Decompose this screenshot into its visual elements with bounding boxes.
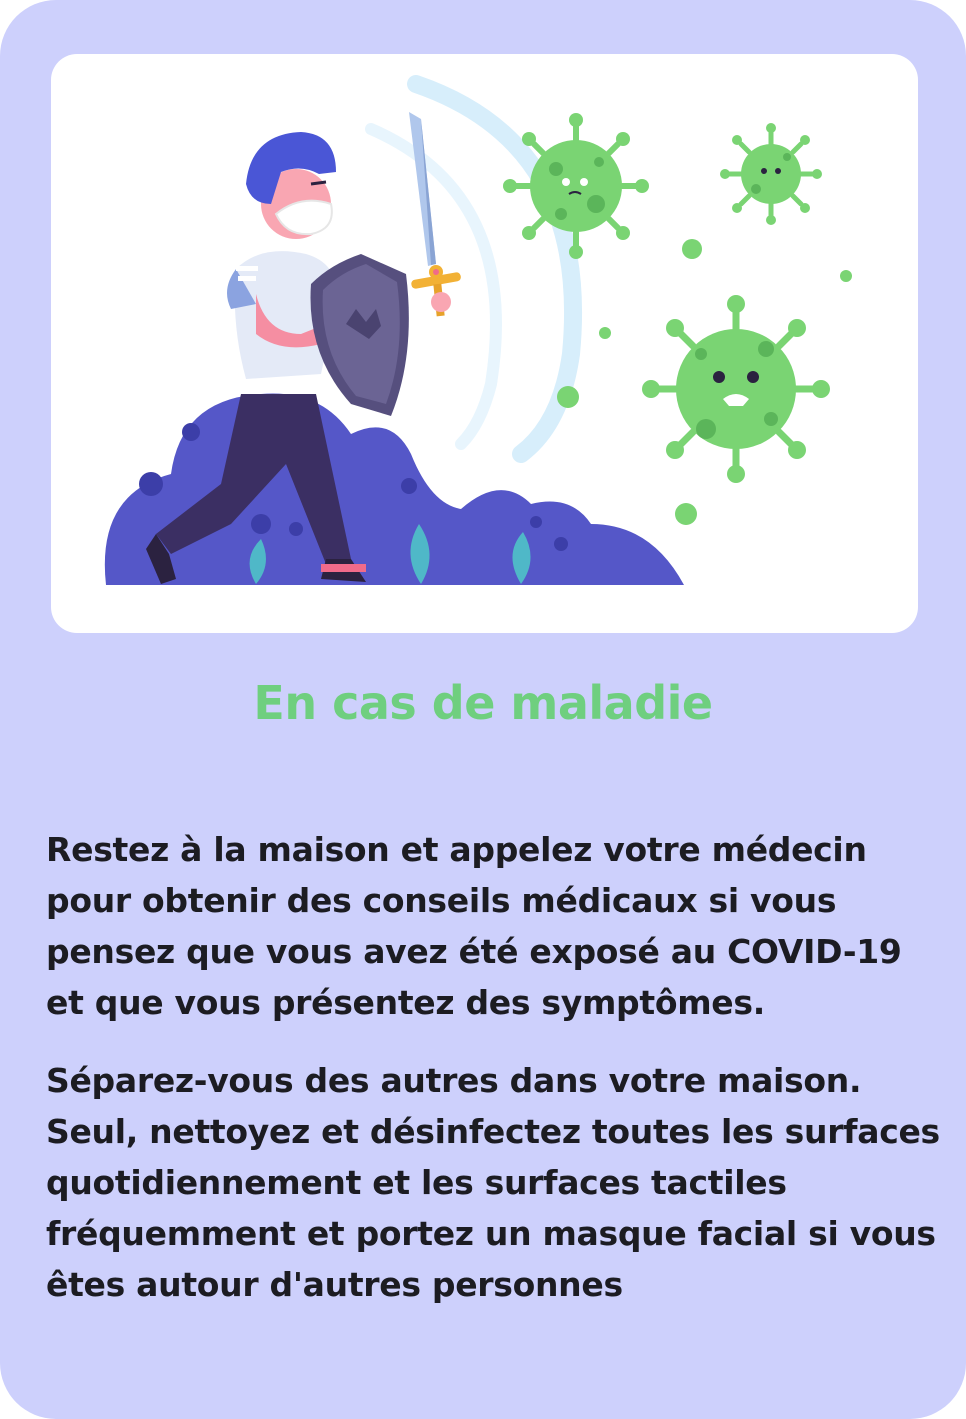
paragraph-separate: Séparez-vous des autres dans votre maiso…	[46, 1061, 940, 1304]
card-title: En cas de maladie	[253, 676, 713, 730]
sword-icon	[409, 112, 461, 317]
info-card: En cas de maladie Restez à la maison et …	[0, 0, 966, 1419]
bush-icon	[104, 393, 684, 585]
shield-icon	[310, 254, 409, 416]
illustration-panel	[51, 54, 918, 633]
paragraph-stay-home: Restez à la maison et appelez votre méde…	[46, 830, 902, 1022]
card-body: Restez à la maison et appelez votre méde…	[46, 824, 946, 1310]
virus-icon	[503, 113, 852, 525]
sword-swing-arcs	[365, 75, 583, 463]
illustration	[104, 75, 852, 585]
